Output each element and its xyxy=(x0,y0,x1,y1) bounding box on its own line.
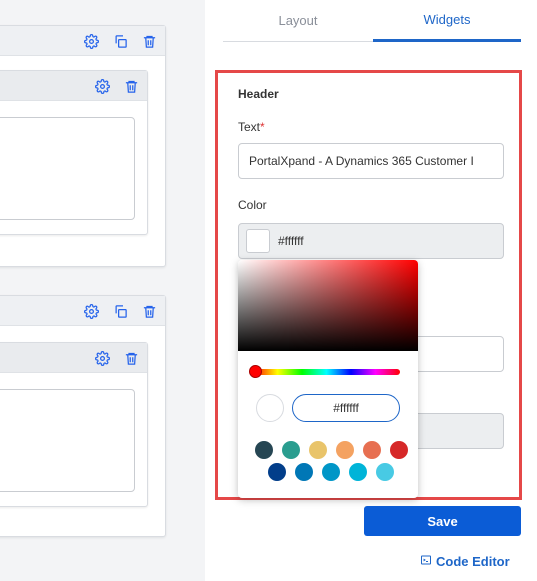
widget-toolbar xyxy=(0,71,147,101)
widget-text-area[interactable] xyxy=(0,389,135,492)
trash-icon[interactable] xyxy=(141,303,157,319)
preset-swatch[interactable] xyxy=(390,441,408,459)
preset-swatch[interactable] xyxy=(295,463,313,481)
widget-inner-bottom[interactable] xyxy=(0,342,148,507)
widget-inner-top[interactable] xyxy=(0,70,148,235)
preset-swatch[interactable] xyxy=(336,441,354,459)
trash-icon[interactable] xyxy=(123,350,139,366)
trash-icon[interactable] xyxy=(141,33,157,49)
panel-tabs: Layout Widgets xyxy=(223,0,521,42)
tab-widgets[interactable]: Widgets xyxy=(373,0,521,42)
preset-swatch[interactable] xyxy=(363,441,381,459)
preset-swatch[interactable] xyxy=(376,463,394,481)
preset-swatch[interactable] xyxy=(309,441,327,459)
copy-icon[interactable] xyxy=(112,33,128,49)
tab-layout[interactable]: Layout xyxy=(223,0,373,42)
widget-container-top[interactable] xyxy=(0,25,166,267)
preset-swatch[interactable] xyxy=(349,463,367,481)
trash-icon[interactable] xyxy=(123,78,139,94)
code-editor-icon xyxy=(420,554,432,569)
preset-swatch[interactable] xyxy=(322,463,340,481)
gear-icon[interactable] xyxy=(83,303,99,319)
page-canvas xyxy=(0,0,205,581)
gear-icon[interactable] xyxy=(94,78,110,94)
copy-icon[interactable] xyxy=(112,303,128,319)
save-button[interactable]: Save xyxy=(364,506,521,536)
container-toolbar xyxy=(0,26,165,56)
code-editor-label: Code Editor xyxy=(436,553,510,569)
gear-icon[interactable] xyxy=(83,33,99,49)
code-editor-link[interactable]: Code Editor xyxy=(420,552,510,570)
gear-icon[interactable] xyxy=(94,350,110,366)
preset-swatch[interactable] xyxy=(282,441,300,459)
container-toolbar xyxy=(0,296,165,326)
widget-text-area[interactable] xyxy=(0,117,135,220)
widget-container-bottom[interactable] xyxy=(0,295,166,537)
widget-toolbar xyxy=(0,343,147,373)
preset-swatch[interactable] xyxy=(255,441,273,459)
color-picker-popup: #ffffff xyxy=(238,260,418,498)
preset-swatches xyxy=(238,260,418,498)
preset-swatch[interactable] xyxy=(268,463,286,481)
